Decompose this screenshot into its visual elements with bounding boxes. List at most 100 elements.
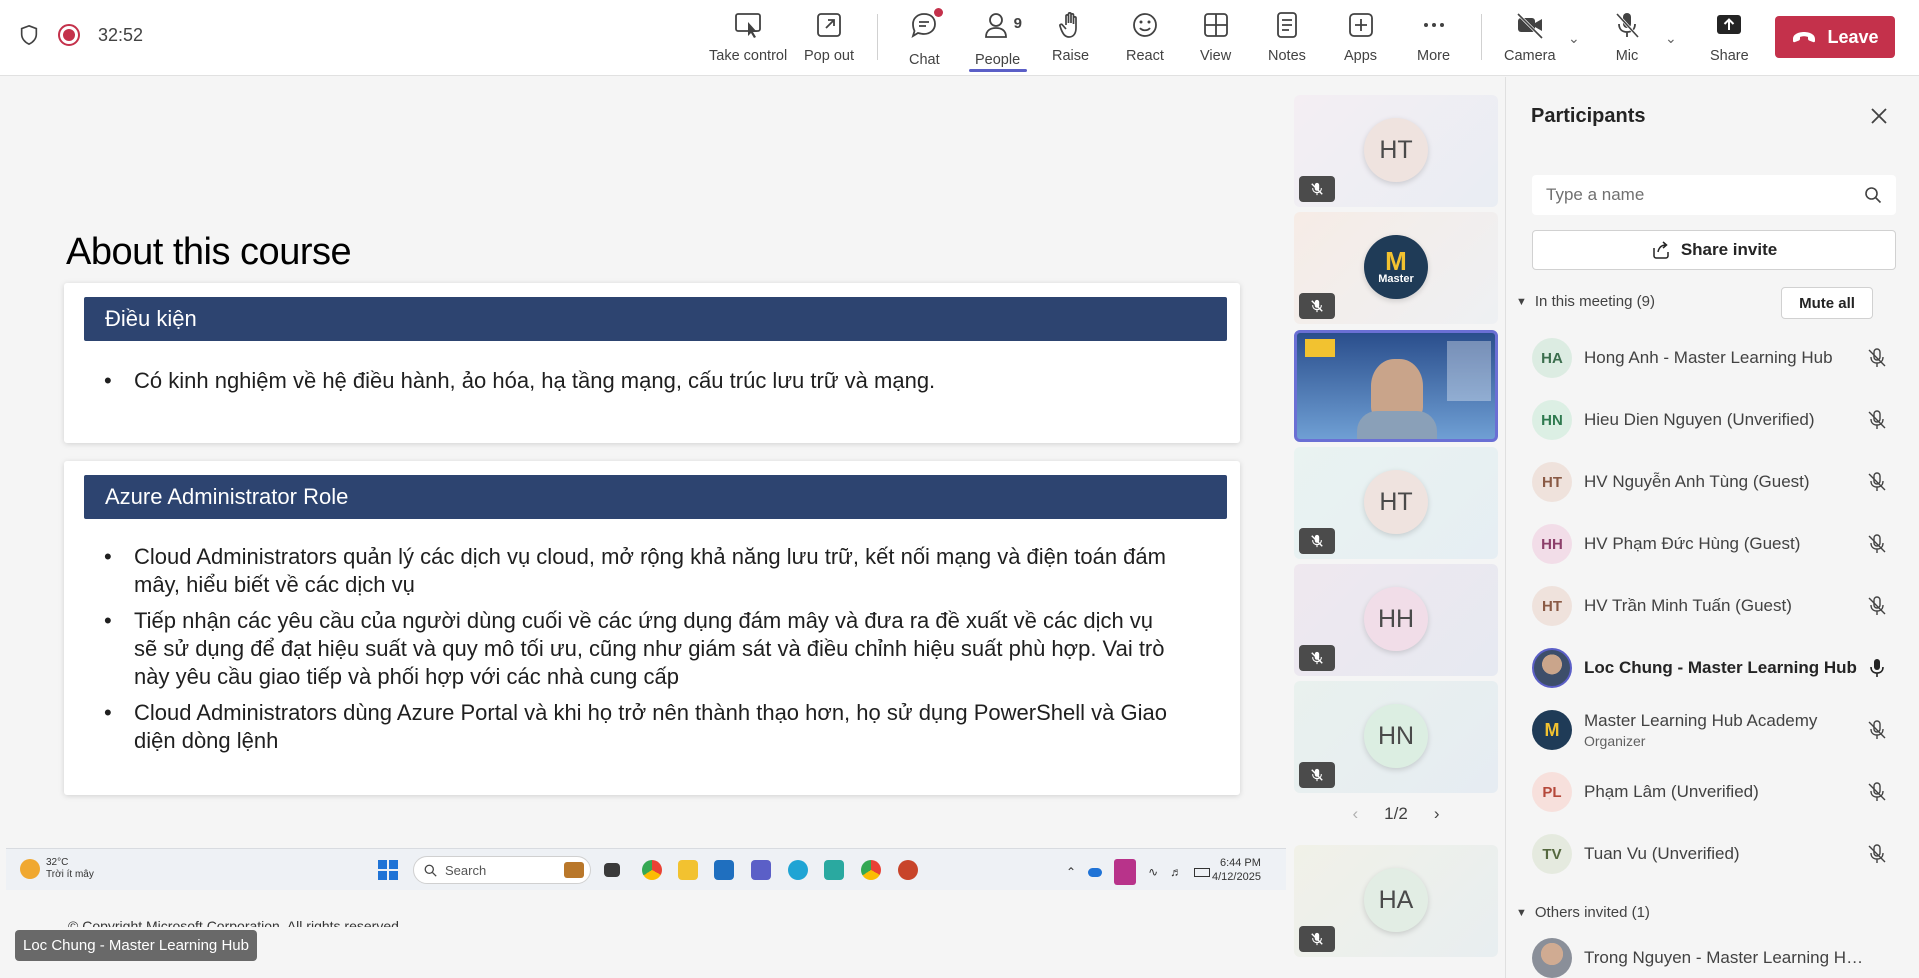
master-logo-avatar: M xyxy=(1532,710,1572,750)
bullet-item: Tiếp nhận các yêu cầu của người dùng cuố… xyxy=(104,607,1180,691)
meeting-timer: 32:52 xyxy=(98,24,144,45)
mic-button[interactable]: Mic xyxy=(1612,10,1642,68)
video-tile-hn[interactable]: HN xyxy=(1294,681,1498,793)
participant-name: Tuan Vu (Unverified) xyxy=(1584,844,1740,863)
camera-button[interactable]: Camera xyxy=(1504,10,1556,68)
panel-title: Participants xyxy=(1531,105,1646,127)
meeting-status: 32:52 xyxy=(18,24,143,46)
avatar: HA xyxy=(1532,338,1572,378)
take-control-button[interactable]: Take control xyxy=(709,10,787,68)
share-icon xyxy=(1653,241,1669,259)
video-tile-ht[interactable]: HT xyxy=(1294,95,1498,207)
mic-off-icon xyxy=(1868,472,1886,491)
participant-row[interactable]: HT HV Nguyễn Anh Tùng (Guest) xyxy=(1532,457,1902,507)
store-icon xyxy=(714,860,734,880)
notes-button[interactable]: Notes xyxy=(1268,10,1306,68)
mic-off-icon xyxy=(1615,12,1640,39)
chrome-profile-icon xyxy=(861,860,881,880)
gallery-pager: ‹ 1/2 › xyxy=(1294,804,1498,824)
raise-hand-icon xyxy=(1058,12,1077,38)
mic-on-icon xyxy=(1870,659,1884,677)
muted-mic-icon xyxy=(1299,528,1335,554)
share-screen-icon xyxy=(1717,15,1742,34)
wifi-icon: ∿ xyxy=(1148,865,1159,879)
presenter-video-feed xyxy=(1371,359,1423,419)
pop-out-button[interactable]: Pop out xyxy=(804,10,854,68)
bullet-item: Có kinh nghiệm về hệ điều hành, ảo hóa, … xyxy=(104,367,1180,395)
avatar: TV xyxy=(1532,834,1572,874)
windows-search-box: Search xyxy=(413,856,591,884)
avatar: HT xyxy=(1532,462,1572,502)
chevron-left-icon[interactable]: ‹ xyxy=(1353,804,1359,824)
avatar: HH xyxy=(1532,524,1572,564)
in-meeting-section-toggle[interactable]: ▼ In this meeting (9) xyxy=(1516,293,1655,310)
bullet-list: Cloud Administrators quản lý các dịch vụ… xyxy=(104,543,1180,755)
muted-mic-icon xyxy=(1299,926,1335,952)
video-tile-hh[interactable]: HH xyxy=(1294,564,1498,676)
mute-all-button[interactable]: Mute all xyxy=(1781,287,1873,319)
bullet-list: Có kinh nghiệm về hệ điều hành, ảo hóa, … xyxy=(104,367,1180,395)
card-heading: Azure Administrator Role xyxy=(84,475,1227,519)
file-explorer-task-icon xyxy=(604,863,620,877)
chrome-icon xyxy=(642,860,662,880)
chevron-up-icon: ⌃ xyxy=(1066,865,1077,879)
slide-card-role: Azure Administrator Role Cloud Administr… xyxy=(64,461,1240,795)
avatar: PL xyxy=(1532,772,1572,812)
video-tile-master-academy[interactable]: M Master xyxy=(1294,212,1498,324)
chat-button[interactable]: Chat xyxy=(909,8,944,68)
invited-row[interactable]: Trong Nguyen - Master Learning Hub xyxy=(1532,937,1902,978)
slide-copyright: © Copyright Microsoft Corporation. All r… xyxy=(68,918,403,927)
edge-icon xyxy=(788,860,808,880)
others-invited-section-toggle[interactable]: ▼ Others invited (1) xyxy=(1516,904,1650,921)
apps-button[interactable]: Apps xyxy=(1344,10,1377,68)
raise-hand-button[interactable]: Raise xyxy=(1052,10,1089,68)
mic-off-icon xyxy=(1868,844,1886,863)
page-indicator: 1/2 xyxy=(1384,804,1408,823)
folder-icon xyxy=(678,860,698,880)
view-button[interactable]: View xyxy=(1200,10,1231,68)
participant-row[interactable]: TV Tuan Vu (Unverified) xyxy=(1532,829,1902,879)
avatar: HT xyxy=(1364,470,1428,534)
avatar: HT xyxy=(1364,118,1428,182)
participant-row[interactable]: M Master Learning Hub Academy Organizer xyxy=(1532,705,1902,755)
video-tile-presenter[interactable] xyxy=(1294,330,1498,442)
windows-start-icon xyxy=(378,860,398,880)
meeting-toolbar: 32:52 Take control Pop out Chat 9 People… xyxy=(0,0,1919,76)
react-button[interactable]: React xyxy=(1126,10,1164,68)
bullet-item: Cloud Administrators dùng Azure Portal v… xyxy=(104,699,1180,755)
system-clock: 6:44 PM 4/12/2025 xyxy=(1212,857,1261,883)
participant-row[interactable]: HT HV Trần Minh Tuấn (Guest) xyxy=(1532,581,1902,631)
participant-row-presenter[interactable]: Loc Chung - Master Learning Hub xyxy=(1532,643,1902,693)
share-button[interactable]: Share xyxy=(1710,10,1749,68)
battery-icon xyxy=(1194,867,1211,877)
mic-options-chevron-icon[interactable]: ⌄ xyxy=(1665,30,1677,47)
search-icon xyxy=(424,864,437,877)
hang-up-icon xyxy=(1793,32,1816,43)
participant-row[interactable]: HN Hieu Dien Nguyen (Unverified) xyxy=(1532,395,1902,445)
search-icon xyxy=(1865,187,1882,204)
video-tile-ht[interactable]: HT xyxy=(1294,447,1498,559)
weather-sun-icon xyxy=(20,859,40,879)
muted-mic-icon xyxy=(1299,176,1335,202)
camera-options-chevron-icon[interactable]: ⌄ xyxy=(1568,30,1580,47)
participant-search-input[interactable]: Type a name xyxy=(1532,175,1896,215)
people-button[interactable]: 9 People xyxy=(968,10,1027,72)
participant-row[interactable]: HA Hong Anh - Master Learning Hub xyxy=(1532,333,1902,383)
leave-button[interactable]: Leave xyxy=(1775,16,1895,58)
video-tile-ha[interactable]: HA xyxy=(1294,845,1498,957)
close-icon[interactable] xyxy=(1866,103,1892,129)
shared-windows-taskbar: 32°C Trời ít mây Search ⌃ ∿ ♬ 6:44 PM 4/… xyxy=(6,848,1286,890)
chevron-right-icon[interactable]: › xyxy=(1434,804,1440,824)
participant-row[interactable]: HH HV Phạm Đức Hùng (Guest) xyxy=(1532,519,1902,569)
people-count: 9 xyxy=(1013,15,1022,32)
shared-screen: About this course Điều kiện Có kinh nghi… xyxy=(0,77,1290,978)
participant-row[interactable]: PL Phạm Lâm (Unverified) xyxy=(1532,767,1902,817)
card-heading: Điều kiện xyxy=(84,297,1227,341)
participants-panel: Participants Type a name Share invite ▼ … xyxy=(1505,77,1919,978)
participant-name: HV Nguyễn Anh Tùng (Guest) xyxy=(1584,472,1810,491)
more-button[interactable]: More xyxy=(1417,10,1450,68)
avatar: HN xyxy=(1364,704,1428,768)
share-invite-button[interactable]: Share invite xyxy=(1532,230,1896,270)
participant-name: Loc Chung - Master Learning Hub xyxy=(1584,658,1857,677)
participant-name: Master Learning Hub Academy xyxy=(1584,711,1818,730)
